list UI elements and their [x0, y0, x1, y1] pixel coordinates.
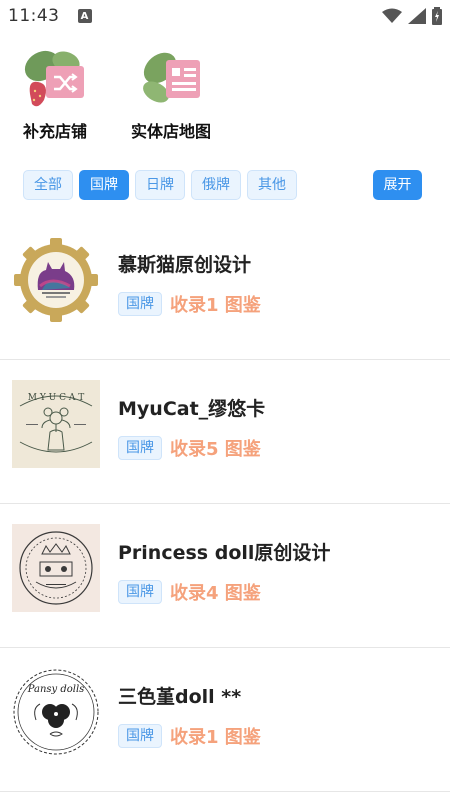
filter-chip-all[interactable]: 全部: [23, 170, 73, 200]
filter-chip-other[interactable]: 其他: [247, 170, 297, 200]
filter-chip-russian[interactable]: 俄牌: [191, 170, 241, 200]
battery-icon: [432, 7, 442, 25]
shop-tag: 国牌: [118, 436, 162, 460]
shuffle-icon: [20, 44, 90, 114]
wifi-icon: [382, 8, 402, 23]
shop-collection-count: 收录5 图鉴: [170, 439, 261, 460]
signal-icon: [408, 8, 426, 24]
shop-name: Princess doll原创设计: [118, 542, 331, 564]
status-bar: 11:43 A: [0, 0, 450, 32]
filter-chip-japanese[interactable]: 日牌: [135, 170, 185, 200]
filter-bar: 全部 国牌 日牌 俄牌 其他 展开: [0, 170, 450, 200]
shop-list-item[interactable]: Pansy dolls 三色堇doll ** 国牌 收录1 图鉴: [0, 648, 450, 792]
shop-name: 慕斯猫原创设计: [118, 254, 252, 276]
shop-name: 三色堇doll **: [118, 686, 242, 708]
shop-list-item[interactable]: Princess doll原创设计 国牌 收录4 图鉴: [0, 504, 450, 648]
notification-a-icon: A: [77, 9, 92, 23]
shortcut-add-shop-label: 补充店铺: [22, 122, 87, 141]
status-icons: [382, 7, 442, 25]
shortcut-section: 补充店铺 实体店地图: [0, 44, 450, 144]
myu-cat-logo: M Y U C A T: [12, 380, 100, 468]
shortcut-shop-map-label: 实体店地图: [130, 122, 211, 141]
filter-chip-domestic[interactable]: 国牌: [79, 170, 129, 200]
shortcut-shop-map[interactable]: 实体店地图: [116, 44, 226, 142]
shop-list: 慕斯猫原创设计 国牌 收录1 图鉴 M Y U C A T MyuCat_缪悠卡…: [0, 216, 450, 792]
shop-list-item[interactable]: 慕斯猫原创设计 国牌 收录1 图鉴: [0, 216, 450, 360]
princess-doll-logo: [12, 524, 100, 612]
gear-cat-logo: [12, 236, 100, 324]
shop-collection-count: 收录1 图鉴: [170, 727, 261, 748]
svg-text:Pansy dolls: Pansy dolls: [27, 684, 85, 695]
shop-collection-count: 收录1 图鉴: [170, 295, 261, 316]
map-icon: [136, 44, 206, 114]
expand-button[interactable]: 展开: [373, 170, 422, 200]
shop-tag: 国牌: [118, 724, 162, 748]
shop-tag: 国牌: [118, 580, 162, 604]
pansy-doll-logo: Pansy dolls: [12, 668, 100, 756]
shop-name: MyuCat_缪悠卡: [118, 398, 266, 420]
shop-collection-count: 收录4 图鉴: [170, 583, 261, 604]
shop-tag: 国牌: [118, 292, 162, 316]
shop-list-item[interactable]: M Y U C A T MyuCat_缪悠卡 国牌 收录5 图鉴: [0, 360, 450, 504]
status-time: 11:43: [8, 6, 60, 26]
shortcut-add-shop[interactable]: 补充店铺: [0, 44, 110, 142]
svg-text:M Y U C A T: M Y U C A T: [28, 393, 84, 403]
